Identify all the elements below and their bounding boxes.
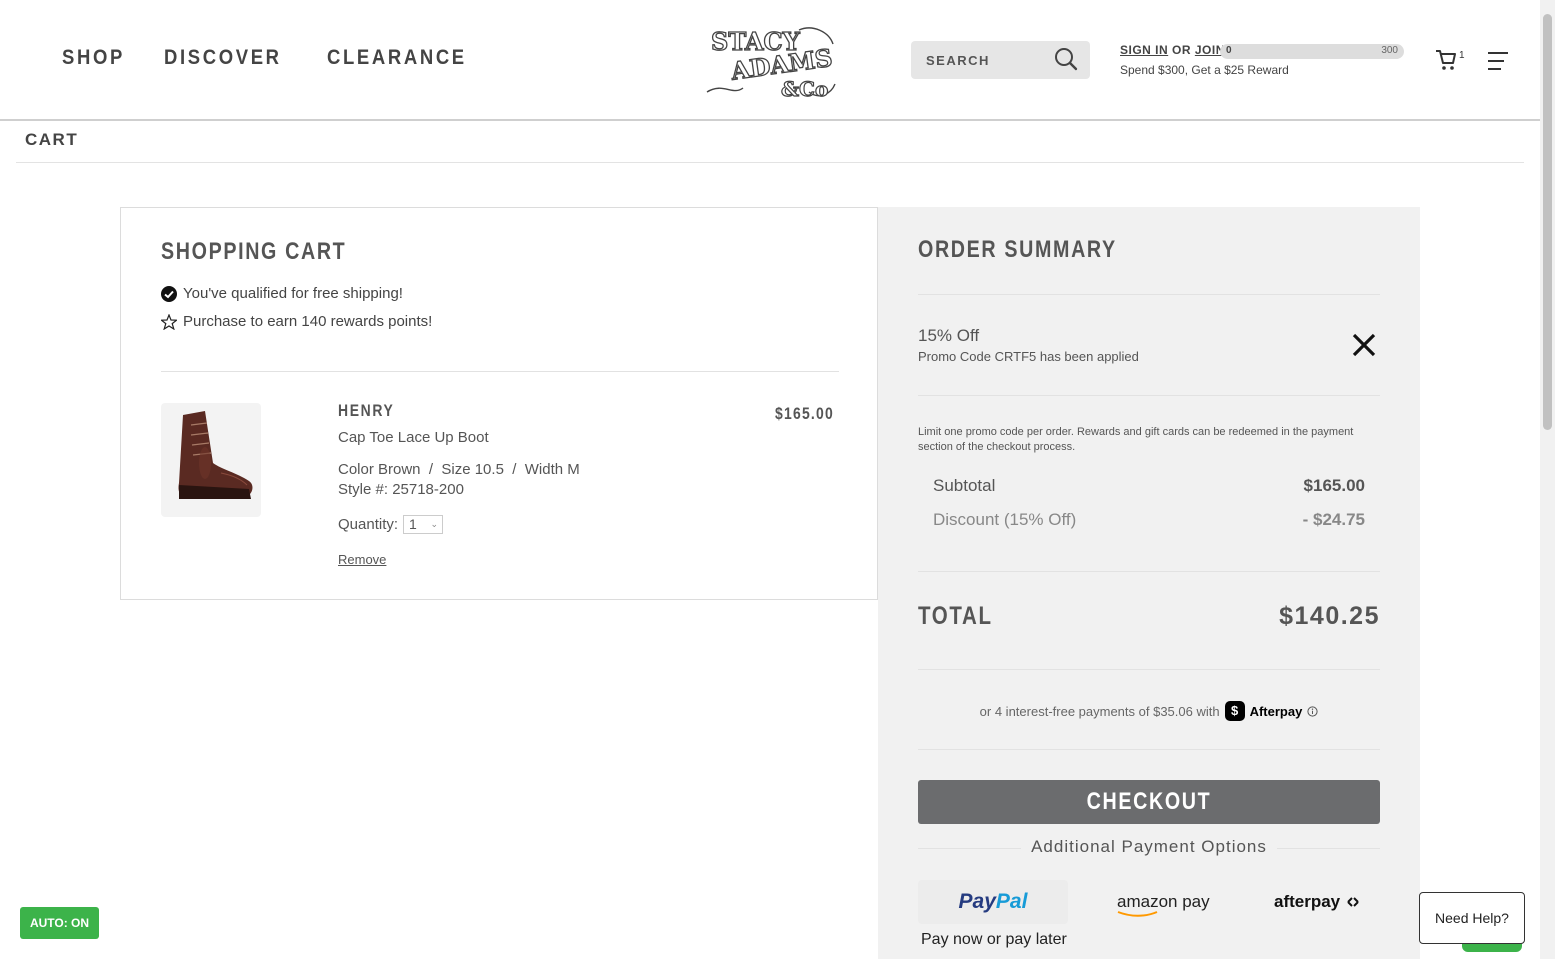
nav-shop[interactable]: SHOP — [62, 46, 125, 70]
discount-row: Discount (15% Off) - $24.75 — [933, 510, 1365, 530]
nav-discover[interactable]: DISCOVER — [164, 46, 282, 70]
paypal-logo-pal: Pal — [995, 890, 1028, 913]
afterpay-logo-text: afterpay — [1274, 892, 1341, 911]
paypal-later-text: Pay now or pay later — [921, 931, 1067, 948]
afterpay-installments: or 4 interest-free payments of $35.06 wi… — [918, 701, 1380, 721]
summary-divider — [918, 395, 1380, 396]
checkout-label: CHECKOUT — [1086, 788, 1212, 815]
search-input[interactable] — [911, 41, 1051, 79]
promo-title: 15% Off — [918, 326, 980, 345]
promo-limit-note: Limit one promo code per order. Rewards … — [918, 426, 1354, 453]
breadcrumb-divider — [16, 162, 1524, 163]
rewards-points-message: Purchase to earn 140 rewards points! — [161, 313, 432, 330]
promo-applied-text: Promo Code CRTF5 has been applied — [918, 349, 1139, 364]
free-shipping-message: You've qualified for free shipping! — [161, 285, 403, 302]
progress-max: 300 — [1381, 45, 1398, 56]
product-style-number: Style #: 25718-200 — [338, 481, 464, 498]
order-summary-panel: ORDER SUMMARY 15% Off Promo Code CRTF5 h… — [878, 207, 1420, 959]
product-image[interactable] — [161, 403, 261, 517]
additional-payment-options: Additional Payment Options — [918, 837, 1380, 857]
need-help-button[interactable]: Need Help? — [1419, 892, 1525, 944]
remove-item-link[interactable]: Remove — [338, 552, 386, 567]
close-icon[interactable] — [1351, 332, 1377, 358]
product-name[interactable]: HENRY — [338, 401, 394, 421]
additional-options-label: Additional Payment Options — [1021, 837, 1277, 856]
search-icon[interactable] — [1054, 47, 1078, 71]
afterpay-installment-text: or 4 interest-free payments of $35.06 wi… — [979, 703, 1220, 719]
sign-in-link[interactable]: SIGN IN — [1120, 43, 1168, 57]
afterpay-arrows-icon — [1347, 897, 1359, 907]
product-description: Cap Toe Lace Up Boot — [338, 429, 489, 446]
info-icon[interactable] — [1307, 705, 1318, 717]
stacy-adams-logo[interactable]: STACY ADAMS &Co — [703, 22, 837, 100]
paypal-button[interactable]: Pay Pal — [918, 880, 1068, 924]
quantity-value: 1 — [409, 516, 417, 532]
or-text: OR — [1172, 43, 1192, 57]
amazon-smile-icon — [1117, 911, 1158, 917]
shopping-cart-panel: SHOPPING CART You've qualified for free … — [120, 207, 878, 600]
nav-clearance[interactable]: CLEARANCE — [327, 46, 467, 70]
afterpay-brand: Afterpay — [1249, 703, 1303, 719]
hamburger-menu-icon[interactable] — [1487, 50, 1509, 72]
main-nav: SHOP DISCOVER CLEARANCE — [62, 46, 516, 70]
amazon-pay-label: amazon pay — [1117, 892, 1210, 911]
amazon-pay-button[interactable]: amazon pay — [1117, 892, 1210, 917]
summary-divider — [918, 669, 1380, 670]
scrollbar-thumb[interactable] — [1543, 14, 1552, 430]
quantity-row: Quantity: 1 ⌄ — [338, 515, 444, 534]
cart-icon[interactable] — [1435, 48, 1457, 72]
site-header: SHOP DISCOVER CLEARANCE STACY ADAMS &Co … — [0, 0, 1540, 121]
paypal-logo-pay: Pay — [958, 890, 996, 913]
product-price: $165.00 — [775, 404, 835, 423]
subtotal-value: $165.00 — [1303, 476, 1365, 495]
checkout-button[interactable]: CHECKOUT — [918, 780, 1380, 824]
total-label: TOTAL — [918, 602, 993, 630]
discount-value: - $24.75 — [1302, 510, 1365, 529]
afterpay-badge-icon: $ — [1224, 701, 1245, 721]
quantity-label: Quantity: — [338, 516, 399, 533]
free-shipping-text: You've qualified for free shipping! — [183, 285, 403, 302]
rewards-progress-bar: 0 300 — [1220, 44, 1404, 59]
rewards-points-text: Purchase to earn 140 rewards points! — [183, 313, 433, 330]
cart-title: SHOPPING CART — [161, 238, 347, 265]
cart-divider — [161, 371, 839, 372]
checkmark-circle-icon — [161, 285, 177, 302]
total-row: TOTAL $140.25 — [918, 602, 1380, 631]
discount-label: Discount (15% Off) — [933, 510, 1077, 529]
subtotal-label: Subtotal — [933, 476, 996, 495]
product-attributes: Color Brown / Size 10.5 / Width M — [338, 461, 580, 478]
quantity-select[interactable]: 1 ⌄ — [403, 515, 444, 534]
progress-min: 0 — [1226, 45, 1232, 56]
summary-divider — [918, 294, 1380, 295]
breadcrumb: CART — [25, 130, 79, 149]
summary-divider — [918, 571, 1380, 572]
subtotal-row: Subtotal $165.00 — [933, 476, 1365, 496]
total-value: $140.25 — [1279, 602, 1380, 630]
summary-divider — [918, 749, 1380, 750]
cart-count-badge: 1 — [1459, 50, 1465, 61]
afterpay-button[interactable]: afterpay — [1274, 892, 1361, 912]
reward-promo-text: Spend $300, Get a $25 Reward — [1120, 63, 1289, 77]
star-outline-icon — [161, 313, 177, 330]
chevron-down-icon: ⌄ — [430, 519, 439, 529]
order-summary-title: ORDER SUMMARY — [918, 236, 1117, 263]
boot-image — [178, 411, 253, 499]
logo-text-co: &Co — [781, 77, 828, 100]
auto-toggle-button[interactable]: AUTO: ON — [20, 907, 99, 939]
account-links: SIGN IN OR JOIN — [1120, 43, 1225, 57]
